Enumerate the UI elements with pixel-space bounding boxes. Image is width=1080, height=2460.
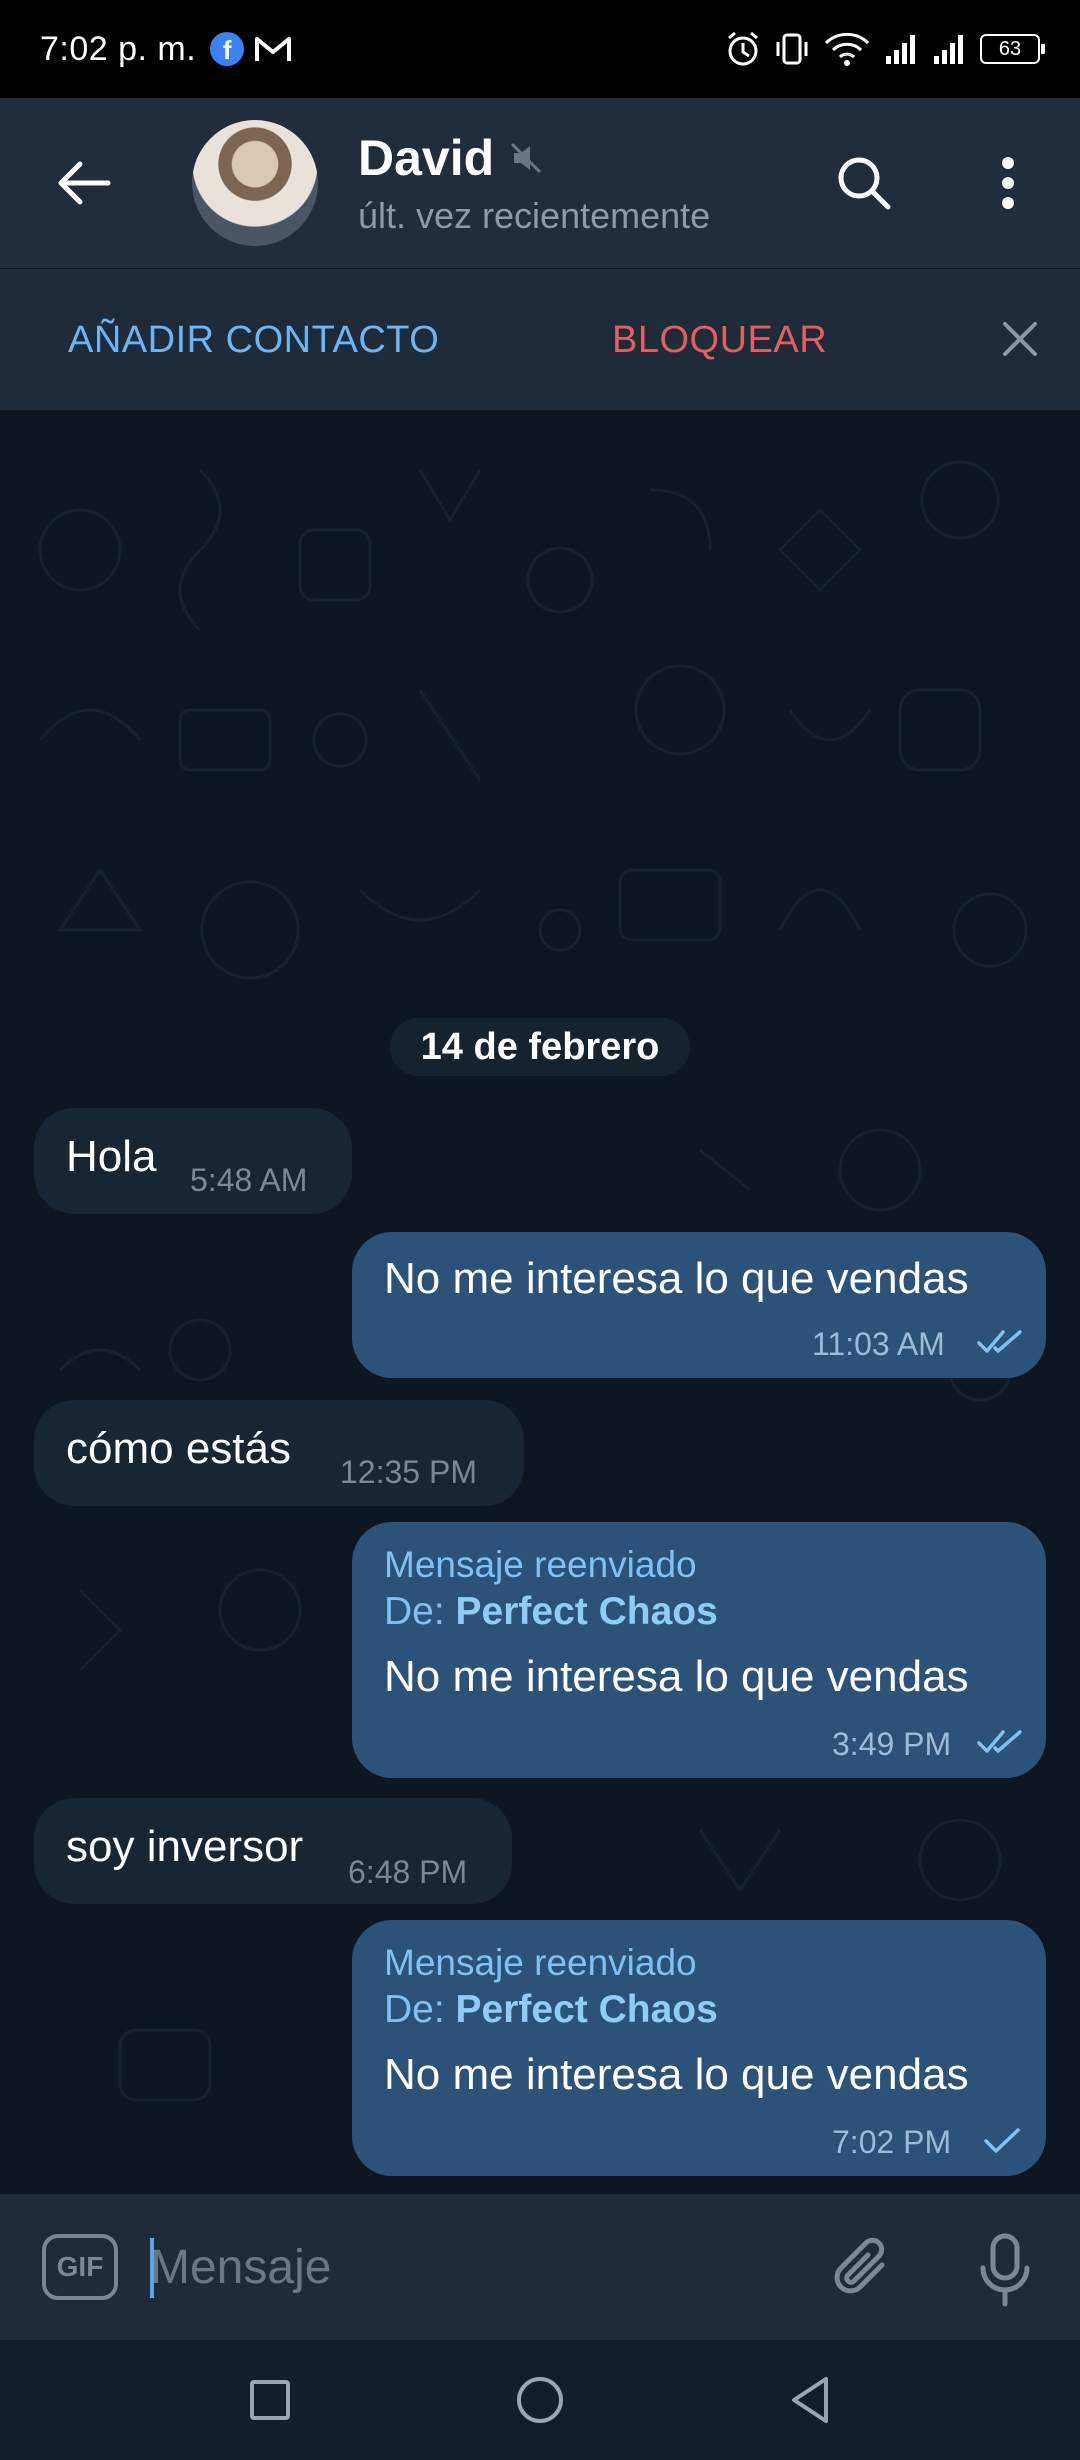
message-text: No me interesa lo que vendas bbox=[384, 2050, 969, 2099]
alarm-icon bbox=[728, 31, 758, 66]
search-button[interactable] bbox=[814, 133, 914, 233]
recents-button[interactable] bbox=[220, 2360, 320, 2440]
gif-button[interactable]: GIF bbox=[42, 2234, 118, 2300]
back-button[interactable] bbox=[24, 123, 144, 243]
chat-area[interactable]: 14 de febrero Hola 5:48 AM No me interes… bbox=[0, 410, 1080, 2194]
chat-header: David últ. vez recientemente bbox=[0, 98, 1080, 268]
message-text: No me interesa lo que vendas bbox=[384, 1254, 969, 1303]
message-time: 12:35 PM bbox=[340, 1454, 477, 1490]
forwarded-from: De: Perfect Chaos bbox=[384, 1590, 718, 1633]
signal-icon bbox=[886, 35, 915, 64]
message-input-bar: GIF bbox=[0, 2194, 1080, 2340]
microphone-icon bbox=[980, 2233, 1030, 2307]
message-time: 11:03 AM bbox=[812, 1326, 945, 1362]
message-outgoing[interactable]: No me interesa lo que vendas 11:03 AM bbox=[352, 1232, 1046, 1378]
muted-icon bbox=[511, 142, 542, 174]
status-time: 7:02 p. m. bbox=[40, 29, 197, 68]
message-input[interactable] bbox=[150, 2230, 770, 2304]
triangle-back-icon bbox=[792, 2377, 828, 2423]
gmail-icon bbox=[255, 37, 292, 61]
message-incoming[interactable]: cómo estás 12:35 PM bbox=[34, 1400, 524, 1506]
message-incoming[interactable]: soy inversor 6:48 PM bbox=[34, 1798, 512, 1904]
forwarded-label: Mensaje reenviado bbox=[384, 1544, 697, 1585]
check-icon bbox=[984, 2128, 1020, 2153]
message-incoming[interactable]: Hola 5:48 AM bbox=[34, 1108, 352, 1214]
message-time: 3:49 PM bbox=[832, 1726, 952, 1762]
attach-button[interactable] bbox=[820, 2230, 910, 2310]
wifi-icon bbox=[824, 32, 870, 66]
forwarded-from-name[interactable]: Perfect Chaos bbox=[456, 1590, 718, 1633]
facebook-icon: f bbox=[210, 32, 245, 66]
vibrate-icon bbox=[776, 33, 808, 65]
arrow-left-icon bbox=[58, 161, 111, 205]
double-check-icon bbox=[977, 1730, 1022, 1753]
notification-icons: f bbox=[210, 32, 292, 66]
message-text: cómo estás bbox=[66, 1424, 291, 1473]
message-time: 5:48 AM bbox=[190, 1162, 308, 1198]
forwarded-from: De: Perfect Chaos bbox=[384, 1988, 718, 2031]
forwarded-label: Mensaje reenviado bbox=[384, 1942, 697, 1983]
message-outgoing-forwarded[interactable]: Mensaje reenviado De: Perfect Chaos No m… bbox=[352, 1522, 1046, 1778]
message-text: No me interesa lo que vendas bbox=[384, 1652, 969, 1701]
block-button[interactable]: BLOQUEAR bbox=[612, 319, 827, 362]
date-separator: 14 de febrero bbox=[390, 1018, 690, 1076]
message-time: 7:02 PM bbox=[832, 2124, 952, 2160]
voice-message-button[interactable] bbox=[960, 2228, 1050, 2312]
search-icon bbox=[838, 157, 891, 210]
signal-icon bbox=[934, 35, 963, 64]
add-contact-button[interactable]: AÑADIR CONTACTO bbox=[68, 319, 439, 362]
dismiss-bar-button[interactable] bbox=[990, 309, 1050, 369]
close-icon bbox=[1003, 322, 1037, 356]
back-nav-button[interactable] bbox=[760, 2360, 860, 2440]
paperclip-icon bbox=[834, 2237, 885, 2294]
system-icons: 63 bbox=[724, 30, 1045, 68]
message-time: 6:48 PM bbox=[348, 1854, 468, 1890]
contact-name: David bbox=[358, 130, 495, 186]
message-outgoing-forwarded[interactable]: Mensaje reenviado De: Perfect Chaos No m… bbox=[352, 1920, 1046, 2176]
text-cursor bbox=[150, 2238, 154, 2298]
more-options-button[interactable] bbox=[958, 133, 1058, 233]
system-navigation-bar bbox=[0, 2340, 1080, 2460]
square-icon bbox=[250, 2380, 290, 2420]
double-check-icon bbox=[977, 1330, 1022, 1353]
contact-action-bar: AÑADIR CONTACTO BLOQUEAR bbox=[0, 268, 1080, 410]
more-vertical-icon bbox=[1002, 157, 1014, 209]
message-text: Hola bbox=[66, 1132, 157, 1181]
battery-icon: 63 bbox=[980, 34, 1045, 64]
home-button[interactable] bbox=[490, 2360, 590, 2440]
circle-icon bbox=[517, 2377, 563, 2423]
message-text: soy inversor bbox=[66, 1822, 304, 1871]
contact-info[interactable]: David últ. vez recientemente bbox=[358, 129, 710, 237]
avatar[interactable] bbox=[192, 120, 318, 246]
status-bar: 7:02 p. m. f 63 bbox=[0, 0, 1080, 98]
forwarded-from-name[interactable]: Perfect Chaos bbox=[456, 1988, 718, 2031]
last-seen-status: últ. vez recientemente bbox=[358, 195, 711, 236]
